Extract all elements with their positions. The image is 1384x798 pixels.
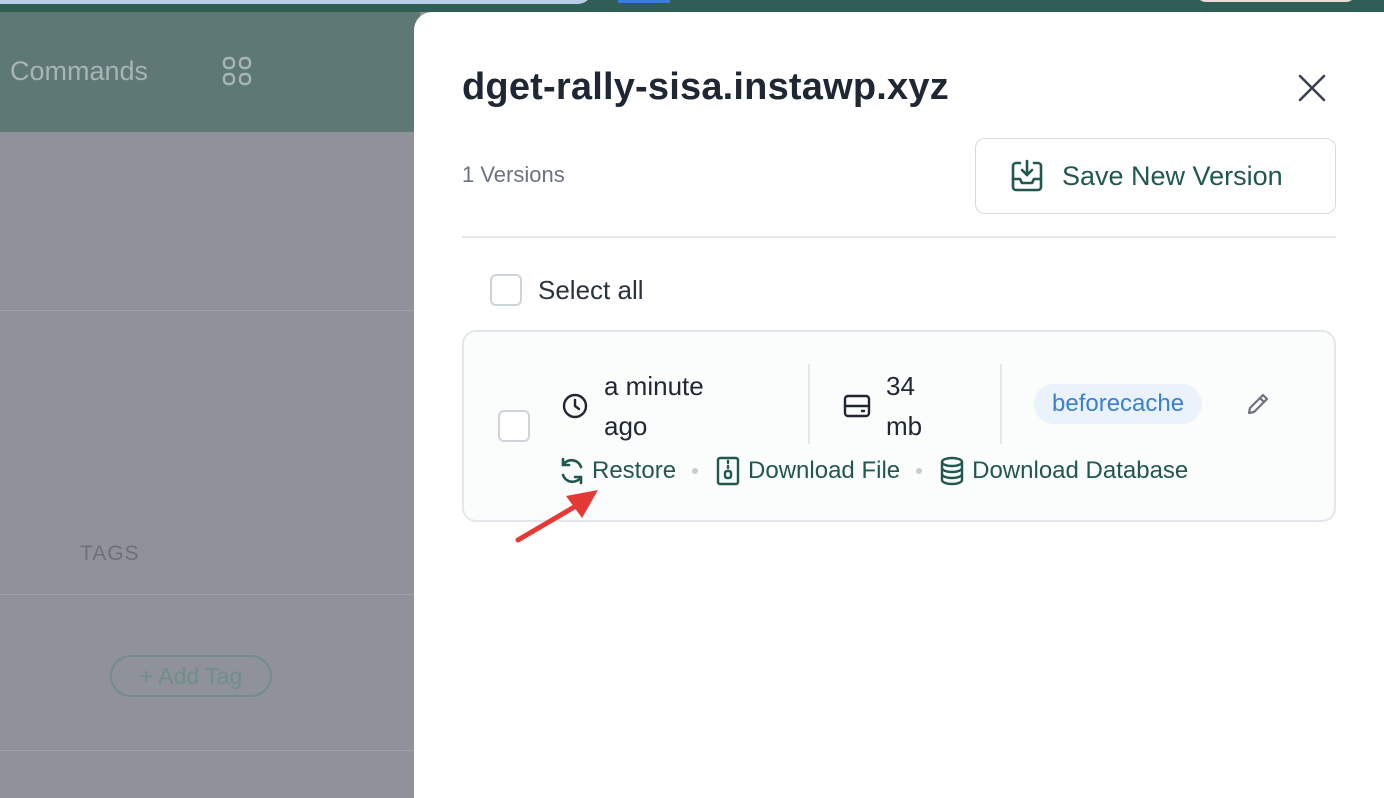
browser-tab-indicator — [618, 0, 670, 3]
pencil-icon[interactable] — [1244, 390, 1272, 418]
background-divider — [0, 594, 420, 595]
commands-nav-label: Commands — [10, 56, 149, 86]
version-size-text: 34 mb — [886, 371, 923, 441]
drawer-title: dget-rally-sisa.instawp.xyz — [462, 66, 949, 108]
versions-drawer: dget-rally-sisa.instawp.xyz 1 Versions S… — [414, 12, 1384, 798]
tags-column-header: TAGS — [80, 542, 140, 565]
storage-icon — [842, 391, 872, 421]
select-all-label: Select all — [538, 274, 644, 305]
download-database-button[interactable]: Download Database — [938, 456, 1188, 486]
drawer-divider — [462, 236, 1336, 238]
action-separator-dot — [916, 468, 923, 474]
save-new-version-button[interactable]: Save New Version — [975, 138, 1336, 214]
restore-label: Restore — [592, 457, 677, 484]
version-size: 34 mb — [842, 366, 946, 446]
restore-button[interactable]: Restore — [558, 456, 676, 486]
version-time: a minute ago — [560, 366, 754, 446]
select-all-control[interactable]: Select all — [490, 274, 644, 306]
action-separator-dot — [692, 468, 699, 474]
version-actions: Restore Download File Download Database — [558, 456, 1188, 486]
apps-grid-icon — [222, 56, 252, 86]
annotation-arrow-icon — [515, 490, 598, 543]
download-tray-icon — [1008, 157, 1046, 195]
download-file-label: Download File — [748, 457, 901, 484]
save-new-version-label: Save New Version — [1062, 160, 1283, 191]
browser-tab — [1196, 0, 1356, 2]
database-icon — [938, 456, 966, 486]
version-time-text: a minute ago — [604, 371, 704, 441]
download-database-label: Download Database — [972, 457, 1189, 484]
meta-separator — [1000, 364, 1002, 444]
versions-count: 1 Versions — [462, 162, 565, 187]
browser-tab — [0, 0, 592, 4]
clock-icon — [560, 391, 590, 421]
close-icon — [1298, 74, 1326, 102]
background-content — [0, 132, 420, 798]
download-file-button[interactable]: Download File — [714, 456, 900, 486]
meta-separator — [808, 364, 810, 444]
add-tag-button[interactable]: + Add Tag — [110, 655, 272, 697]
version-tag-badge: beforecache — [1034, 384, 1203, 424]
browser-top-strip — [0, 0, 1384, 12]
zip-file-icon — [714, 456, 742, 486]
refresh-icon — [558, 456, 586, 486]
select-all-checkbox[interactable] — [490, 274, 522, 306]
background-divider — [0, 310, 420, 311]
version-checkbox[interactable] — [498, 410, 530, 442]
background-header: Commands — [0, 12, 420, 132]
close-button[interactable] — [1294, 70, 1330, 106]
background-divider — [0, 750, 420, 751]
